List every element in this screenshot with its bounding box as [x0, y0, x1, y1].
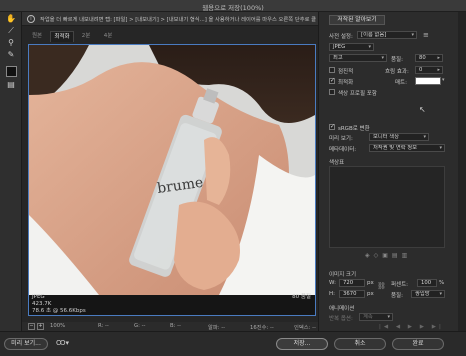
preview-photo: brume — [29, 45, 315, 295]
eyedropper-tool-icon[interactable]: ✎ — [5, 50, 17, 60]
done-button[interactable]: 완료 — [392, 338, 444, 350]
quality-input[interactable]: 80 ▸ — [415, 54, 443, 62]
srgb-checkbox[interactable] — [329, 123, 335, 130]
right-scrollbar[interactable] — [458, 12, 466, 331]
status-hex: 16진수: -- — [250, 325, 274, 331]
loop-label: 반복 옵션: — [329, 316, 353, 322]
color-table-tools-icon[interactable]: ◈◇▣▤▥ — [365, 252, 411, 259]
preview-select[interactable]: 모니터 색상 ▾ — [369, 133, 429, 141]
progressive-label: 점진적 — [338, 69, 354, 75]
height-label: H: — [329, 291, 335, 297]
tab-2up[interactable]: 2분 — [76, 31, 96, 42]
tab-4up[interactable]: 4분 — [98, 31, 118, 42]
percent-unit: % — [439, 280, 445, 286]
panel-menu-icon[interactable]: ≡ — [423, 31, 429, 39]
preview-meta: JPEG 423.7K 78.6 초 @ 56.6Kbps — [32, 294, 86, 315]
quality-label: 품질: — [391, 57, 403, 63]
optimized-checkbox[interactable] — [329, 77, 335, 84]
quality-preset-select[interactable]: 최고 ▾ — [329, 54, 387, 62]
format-select[interactable]: JPEG ▾ — [329, 43, 374, 51]
blur-label: 흐림 효과: — [385, 69, 409, 75]
status-index: 인덱스: -- — [294, 325, 316, 331]
toggle-slices-icon[interactable]: ▤ — [5, 80, 17, 90]
matte-label: 매트: — [395, 80, 407, 86]
width-input[interactable]: 720 — [339, 279, 365, 287]
cancel-button[interactable]: 취소 — [334, 338, 386, 350]
optimized-label: 최적화 — [338, 80, 354, 86]
settings-panel: 저작된 알아보기 사전 설정: [이름 없음] ▾ ≡ JPEG ▾ 최고 ▾ 품질:… — [318, 12, 458, 344]
preset-label: 사전 설정: — [329, 34, 353, 40]
preview-quality: 80 품질 — [292, 294, 311, 300]
progressive-checkbox[interactable] — [329, 67, 335, 73]
eyedropper-color-swatch[interactable] — [6, 66, 17, 77]
embed-profile-label: 색상 프로필 포함 — [338, 91, 377, 97]
percent-input[interactable]: 100 — [417, 279, 437, 287]
link-chain-icon[interactable]: ⛓ — [377, 282, 386, 290]
width-unit: px — [367, 280, 374, 286]
status-alpha: 알파: -- — [208, 325, 226, 331]
slice-select-tool-icon[interactable]: ⟋ — [5, 26, 17, 36]
width-label: W: — [329, 280, 336, 286]
tool-panel: ✋ ⟋ ⚲ ✎ ▤ — [0, 12, 22, 344]
metadata-select[interactable]: 저작권 및 연락 정보 ▾ — [369, 144, 445, 152]
color-table-label: 색상표 — [329, 160, 345, 166]
status-g: G: -- — [134, 323, 146, 329]
zoom-level[interactable]: 100% — [50, 323, 65, 329]
info-icon: i — [27, 15, 35, 23]
browser-select-icon[interactable]: Ꝏ▾ — [56, 339, 69, 347]
tab-optimized[interactable]: 최적화 — [50, 31, 74, 42]
preset-select[interactable]: [이름 없음] ▾ — [357, 31, 417, 39]
view-tabs: 원본 최적화 2분 4분 — [26, 31, 316, 42]
save-button[interactable]: 저장... — [276, 338, 328, 350]
matte-color-swatch[interactable] — [415, 77, 441, 85]
resample-select[interactable]: 쌍입방 ▾ — [411, 290, 445, 298]
preview-size: 423.7K — [32, 301, 52, 307]
height-unit: px — [367, 291, 374, 297]
animation-controls-icon: |◀ ◀ ▶ ▶ ▶| — [379, 324, 444, 330]
bottom-bar: 미리 보기... Ꝏ▾ 저장... 취소 완료 — [0, 331, 466, 356]
embed-profile-checkbox[interactable] — [329, 89, 335, 95]
percent-label: 퍼센트: — [391, 282, 409, 288]
status-b: B: -- — [170, 323, 181, 329]
preview-format: JPEG — [32, 294, 45, 300]
metadata-label: 메타데이터: — [329, 147, 357, 153]
panel-header-button[interactable]: 저작된 알아보기 — [329, 15, 385, 25]
window-title: 웹용으로 저장(100%) — [202, 4, 264, 12]
zoom-tool-icon[interactable]: ⚲ — [5, 38, 17, 48]
loop-select: 계속 ▾ — [359, 313, 393, 321]
preview-time: 78.6 초 @ 56.6Kbps — [32, 308, 86, 314]
preview-label: 미리 보기: — [329, 136, 353, 142]
matte-dropdown-icon[interactable]: ▾ — [442, 77, 445, 83]
info-text: 작업을 더 빠르게 내보내려면 탭: [파일] > [내보내기] > [내보내기… — [40, 17, 316, 23]
resample-label: 품질: — [391, 293, 403, 299]
zoom-in-button[interactable]: + — [37, 323, 44, 330]
status-bar: − + 100% R: -- G: -- B: -- 알파: -- 16진수: … — [22, 322, 318, 331]
blur-input[interactable]: 0 ▸ — [415, 66, 443, 74]
tab-original[interactable]: 원본 — [26, 31, 48, 42]
title-bar: 웹용으로 저장(100%) — [0, 0, 466, 12]
height-input[interactable]: 3670 — [339, 290, 365, 298]
zoom-out-button[interactable]: − — [28, 323, 35, 330]
color-table[interactable] — [329, 166, 445, 248]
image-size-label: 이미지 크기 — [329, 272, 357, 278]
image-preview[interactable]: brume JPEG 423.7K 78.6 초 @ 56.6Kbps 80 품… — [28, 44, 316, 316]
info-bar: i 작업을 더 빠르게 내보내려면 탭: [파일] > [내보내기] > [내보… — [22, 12, 318, 26]
preview-button[interactable]: 미리 보기... — [4, 338, 48, 350]
status-r: R: -- — [98, 323, 109, 329]
animation-label: 애니메이션 — [329, 306, 355, 312]
srgb-label: sRGB로 변환 — [338, 126, 370, 132]
hand-tool-icon[interactable]: ✋ — [5, 14, 17, 24]
mouse-cursor-icon: ↖ — [419, 105, 426, 114]
